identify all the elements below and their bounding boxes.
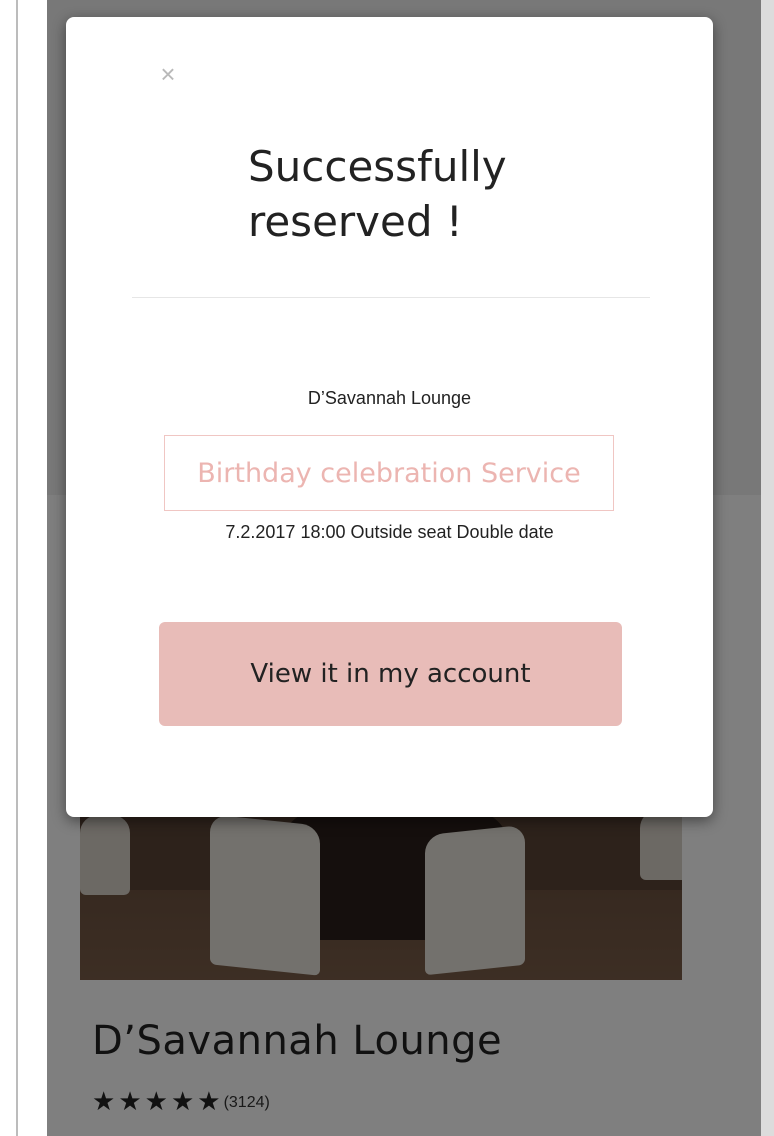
view-account-button[interactable]: View it in my account (159, 622, 622, 726)
modal-title: Successfully reserved ! (248, 142, 507, 246)
right-edge-strip (761, 0, 774, 1136)
service-tag: Birthday celebration Service (164, 435, 614, 511)
reservation-success-modal: × Successfully reserved ! D’Savannah Lou… (66, 17, 713, 817)
close-icon[interactable]: × (156, 61, 180, 87)
divider (132, 297, 650, 298)
reservation-details: 7.2.2017 18:00 Outside seat Double date (225, 522, 554, 542)
left-border-strip (0, 0, 47, 1136)
reserved-venue-name: D’Savannah Lounge (307, 388, 472, 408)
